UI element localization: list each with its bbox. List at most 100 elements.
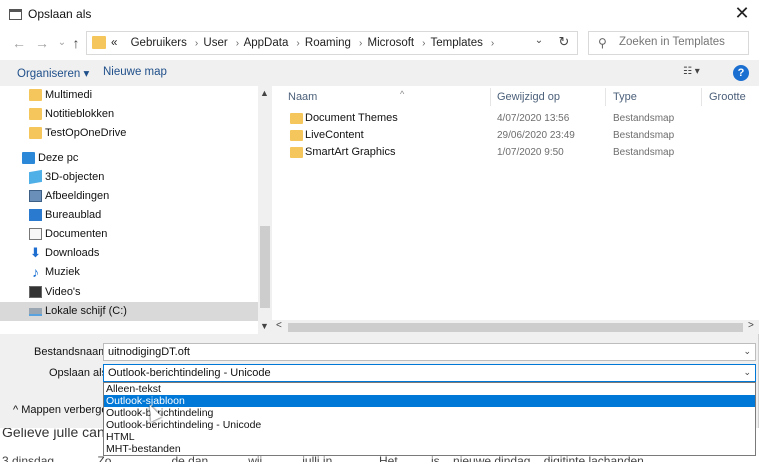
scroll-left-icon[interactable]: <	[276, 320, 282, 331]
address-dropdown-icon[interactable]: ⌄	[531, 35, 547, 46]
nav-item-lokale-schijf[interactable]: Lokale schijf (C:)	[0, 302, 258, 321]
breadcrumb-item[interactable]: User	[203, 37, 227, 49]
pc-icon	[22, 152, 35, 164]
cube-icon	[29, 169, 42, 185]
nav-item-label: Documenten	[45, 228, 108, 240]
hide-folders-button[interactable]: ^ Mappen verberge	[13, 404, 107, 416]
savetype-option-selected[interactable]: Outlook-sjabloon	[104, 395, 755, 407]
download-arrow-icon: ⬇	[30, 245, 41, 260]
window-icon	[9, 9, 22, 20]
nav-item-label: 3D-objecten	[45, 171, 105, 183]
nav-item-notitieblokken[interactable]: Notitieblokken	[0, 105, 258, 124]
address-bar[interactable]: « Gebruikers › User › AppData › Roaming › Mi…	[86, 31, 578, 55]
filename-label: Bestandsnaam:	[34, 346, 111, 358]
breadcrumb-item[interactable]: Templates	[430, 37, 482, 49]
new-folder-button[interactable]: Nieuwe map	[103, 66, 167, 78]
nav-item-label: Deze pc	[38, 152, 79, 164]
search-input[interactable]	[619, 36, 745, 48]
nav-item-bureaublad[interactable]: Bureaublad	[0, 206, 258, 225]
folder-icon	[290, 113, 303, 124]
savetype-option[interactable]: Alleen-tekst	[104, 383, 755, 395]
address-row: ← → ⌄ ↑ « Gebruikers › User › AppData › Roa…	[0, 28, 759, 60]
filename-value: uitnodigingDT.oft	[108, 346, 190, 358]
nav-item-deze-pc[interactable]: Deze pc	[0, 149, 258, 168]
folder-icon	[29, 89, 42, 101]
savetype-label: Opslaan als:	[49, 367, 111, 379]
filename-field[interactable]: uitnodigingDT.oft ⌄	[103, 343, 756, 361]
breadcrumb-item[interactable]: Gebruikers	[131, 37, 187, 49]
search-box[interactable]: ⚲	[588, 31, 749, 55]
title-bar: Opslaan als ✕	[0, 0, 759, 28]
column-header-type[interactable]: Type	[613, 91, 637, 103]
scrollbar-thumb[interactable]	[288, 323, 743, 332]
nav-item-label: Notitieblokken	[45, 108, 115, 120]
folder-icon	[290, 130, 303, 141]
chevron-down-icon[interactable]: ⌄	[743, 367, 751, 378]
nav-item-label: Afbeeldingen	[45, 190, 110, 202]
nav-item-3d-objecten[interactable]: 3D-objecten	[0, 168, 258, 187]
scroll-right-icon[interactable]: >	[748, 320, 754, 331]
file-modified: 1/07/2020 9:50	[497, 147, 564, 158]
refresh-icon[interactable]: ↻	[555, 34, 573, 50]
savetype-select[interactable]: Outlook-berichtindeling - Unicode ⌄	[103, 364, 756, 382]
nav-item-muziek[interactable]: ♪ Muziek	[0, 263, 258, 282]
column-divider[interactable]	[701, 88, 702, 106]
column-header-name[interactable]: Naam ^	[288, 89, 404, 103]
search-icon: ⚲	[598, 36, 607, 50]
up-arrow-icon[interactable]: ↑	[67, 34, 85, 52]
nav-item-videos[interactable]: Video's	[0, 283, 258, 302]
organize-menu-button[interactable]: Organiseren ▾	[17, 66, 89, 80]
folder-icon	[290, 147, 303, 158]
save-as-dialog: Opslaan als ✕ ← → ⌄ ↑ « Gebruikers › User…	[0, 0, 759, 428]
sort-ascending-icon: ^	[400, 89, 405, 99]
nav-item-testoponedrive[interactable]: TestOpOneDrive	[0, 124, 258, 143]
dialog-title: Opslaan als	[28, 7, 92, 21]
close-button[interactable]: ✕	[731, 3, 753, 25]
view-options-icon[interactable]: ☷ ▾	[683, 66, 700, 77]
breadcrumb-item[interactable]: Roaming	[305, 37, 351, 49]
breadcrumb-overflow[interactable]: «	[111, 37, 117, 49]
file-row[interactable]: Document Themes 4/07/2020 13:56 Bestands…	[282, 110, 752, 127]
file-name: LiveContent	[305, 129, 364, 141]
back-arrow-icon[interactable]: ←	[10, 34, 28, 52]
scroll-down-icon[interactable]: ▼	[260, 321, 269, 331]
file-modified: 4/07/2020 13:56	[497, 113, 570, 124]
nav-item-multimedi[interactable]: Multimedi	[0, 86, 258, 105]
forward-arrow-icon[interactable]: →	[33, 34, 51, 52]
nav-item-downloads[interactable]: ⬇ Downloads	[0, 244, 258, 263]
savetype-option[interactable]: Outlook-berichtindeling - Unicode	[104, 419, 755, 431]
breadcrumb-item[interactable]: Microsoft	[367, 37, 414, 49]
help-icon[interactable]: ?	[733, 65, 749, 81]
nav-item-afbeeldingen[interactable]: Afbeeldingen	[0, 187, 258, 206]
nav-item-label: Downloads	[45, 247, 100, 259]
folder-icon	[29, 108, 42, 120]
savetype-option[interactable]: HTML	[104, 431, 755, 443]
column-divider[interactable]	[490, 88, 491, 106]
file-list: Naam ^ Gewijzigd op Type Grootte Documen…	[272, 86, 759, 334]
file-type: Bestandsmap	[613, 130, 675, 141]
nav-item-label: Multimedi	[45, 89, 93, 101]
column-divider[interactable]	[605, 88, 606, 106]
savetype-value: Outlook-berichtindeling - Unicode	[108, 367, 271, 379]
nav-item-label: Muziek	[45, 266, 80, 278]
column-header-modified[interactable]: Gewijzigd op	[497, 91, 560, 103]
pictures-icon	[29, 190, 42, 202]
column-header-size[interactable]: Grootte	[709, 91, 746, 103]
horizontal-scrollbar[interactable]: < >	[272, 320, 759, 334]
scroll-up-icon[interactable]: ▲	[260, 88, 269, 98]
nav-item-label: Lokale schijf (C:)	[45, 305, 127, 317]
nav-scrollbar[interactable]: ▲ ▼	[258, 86, 272, 334]
scrollbar-thumb[interactable]	[260, 226, 270, 308]
folder-icon	[29, 127, 42, 139]
breadcrumb-item[interactable]: AppData	[244, 37, 289, 49]
nav-item-documenten[interactable]: Documenten	[0, 225, 258, 244]
savetype-option[interactable]: Outlook-berichtindeling	[104, 407, 755, 419]
chevron-down-icon[interactable]: ⌄	[743, 346, 751, 357]
file-type: Bestandsmap	[613, 113, 675, 124]
file-type: Bestandsmap	[613, 147, 675, 158]
file-row[interactable]: LiveContent 29/06/2020 23:49 Bestandsmap	[282, 127, 752, 144]
file-name: SmartArt Graphics	[305, 146, 396, 158]
nav-item-label: Bureaublad	[45, 209, 102, 221]
file-row[interactable]: SmartArt Graphics 1/07/2020 9:50 Bestand…	[282, 144, 752, 161]
documents-icon	[29, 228, 42, 240]
